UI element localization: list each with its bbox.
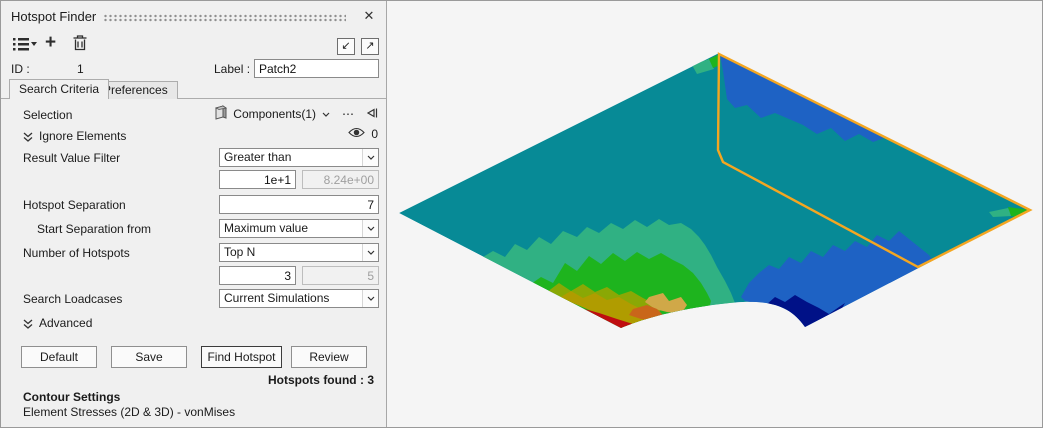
combo-arrow-icon [362, 290, 378, 307]
default-button[interactable]: Default [21, 346, 97, 368]
selection-label: Selection [23, 108, 72, 122]
advanced-label: Advanced [39, 316, 92, 330]
panel-title: Hotspot Finder [11, 9, 96, 24]
chevron-down-icon [322, 112, 330, 117]
search-loadcases-value: Current Simulations [224, 291, 329, 305]
tab-search-criteria[interactable]: Search Criteria [9, 79, 109, 99]
dock-collapse-button[interactable]: ↙ [337, 38, 355, 55]
combo-arrow-icon [362, 220, 378, 237]
result-filter-operator-select[interactable]: Greater than [219, 148, 379, 167]
hotspot-finder-window: Hotspot Finder ✕ + ↙ ↗ ID : 1 Label [0, 0, 1043, 428]
reset-selection-icon[interactable] [367, 107, 378, 121]
advanced-expander-chevrons-icon[interactable] [23, 318, 33, 332]
delete-trash-icon[interactable] [73, 35, 87, 54]
contour-model-canvas[interactable] [387, 1, 1043, 428]
search-loadcases-select[interactable]: Current Simulations [219, 289, 379, 308]
search-loadcases-label: Search Loadcases [23, 292, 122, 306]
combo-arrow-icon [362, 149, 378, 166]
graphics-viewport[interactable] [387, 1, 1043, 427]
drag-grip[interactable] [103, 14, 346, 22]
result-filter-operator-value: Greater than [224, 150, 291, 164]
hotspot-separation-input[interactable] [219, 195, 379, 214]
contour-settings-title: Contour Settings [23, 390, 120, 404]
patch-list-dropdown-icon[interactable] [13, 37, 37, 54]
threshold-value-input[interactable] [219, 170, 296, 189]
expand-arrow-icon: ↗ [365, 40, 374, 52]
patch-label-caption: Label : [214, 62, 250, 76]
start-separation-select[interactable]: Maximum value [219, 219, 379, 238]
collapse-arrow-icon: ↙ [341, 40, 350, 52]
more-options-icon[interactable]: ⋯ [342, 107, 355, 121]
contour-result-type: Element Stresses (2D & 3D) - vonMises [23, 405, 235, 419]
hotspots-mode-select[interactable]: Top N [219, 243, 379, 262]
patch-label-input[interactable] [254, 59, 379, 78]
hotspots-found-status: Hotspots found : 3 [268, 373, 374, 387]
hotspots-found-label: Hotspots found : [268, 373, 364, 387]
ignore-elements-label: Ignore Elements [39, 129, 126, 143]
id-label: ID : [11, 62, 30, 76]
start-separation-from-label: Start Separation from [37, 222, 151, 236]
undock-expand-button[interactable]: ↗ [361, 38, 379, 55]
result-value-filter-label: Result Value Filter [23, 151, 120, 165]
current-max-value-readout [302, 170, 379, 189]
combo-arrow-icon [362, 244, 378, 261]
ignore-elements-controls: 0 [348, 127, 378, 141]
number-of-hotspots-label: Number of Hotspots [23, 246, 130, 260]
close-icon[interactable]: ✕ [358, 6, 380, 26]
component-cube-icon [214, 105, 227, 123]
id-value: 1 [77, 62, 84, 76]
find-hotspot-button[interactable]: Find Hotspot [201, 346, 282, 368]
save-button[interactable]: Save [111, 346, 187, 368]
add-patch-icon[interactable]: + [45, 32, 56, 54]
ignore-expander-chevrons-icon[interactable] [23, 131, 33, 145]
start-separation-value: Maximum value [224, 221, 308, 235]
selection-collector[interactable]: Components(1) ⋯ [214, 105, 378, 123]
hotspot-finder-panel: Hotspot Finder ✕ + ↙ ↗ ID : 1 Label [1, 1, 387, 427]
eye-visibility-icon[interactable] [348, 127, 365, 141]
review-button[interactable]: Review [291, 346, 367, 368]
hotspots-found-value: 3 [367, 373, 374, 387]
hotspot-separation-label: Hotspot Separation [23, 198, 126, 212]
top-n-count-input[interactable] [219, 266, 296, 285]
top-n-limit-readout [302, 266, 379, 285]
hotspots-mode-value: Top N [224, 245, 255, 259]
ignore-elements-count: 0 [371, 127, 378, 141]
selection-collector-label: Components(1) [233, 107, 316, 121]
